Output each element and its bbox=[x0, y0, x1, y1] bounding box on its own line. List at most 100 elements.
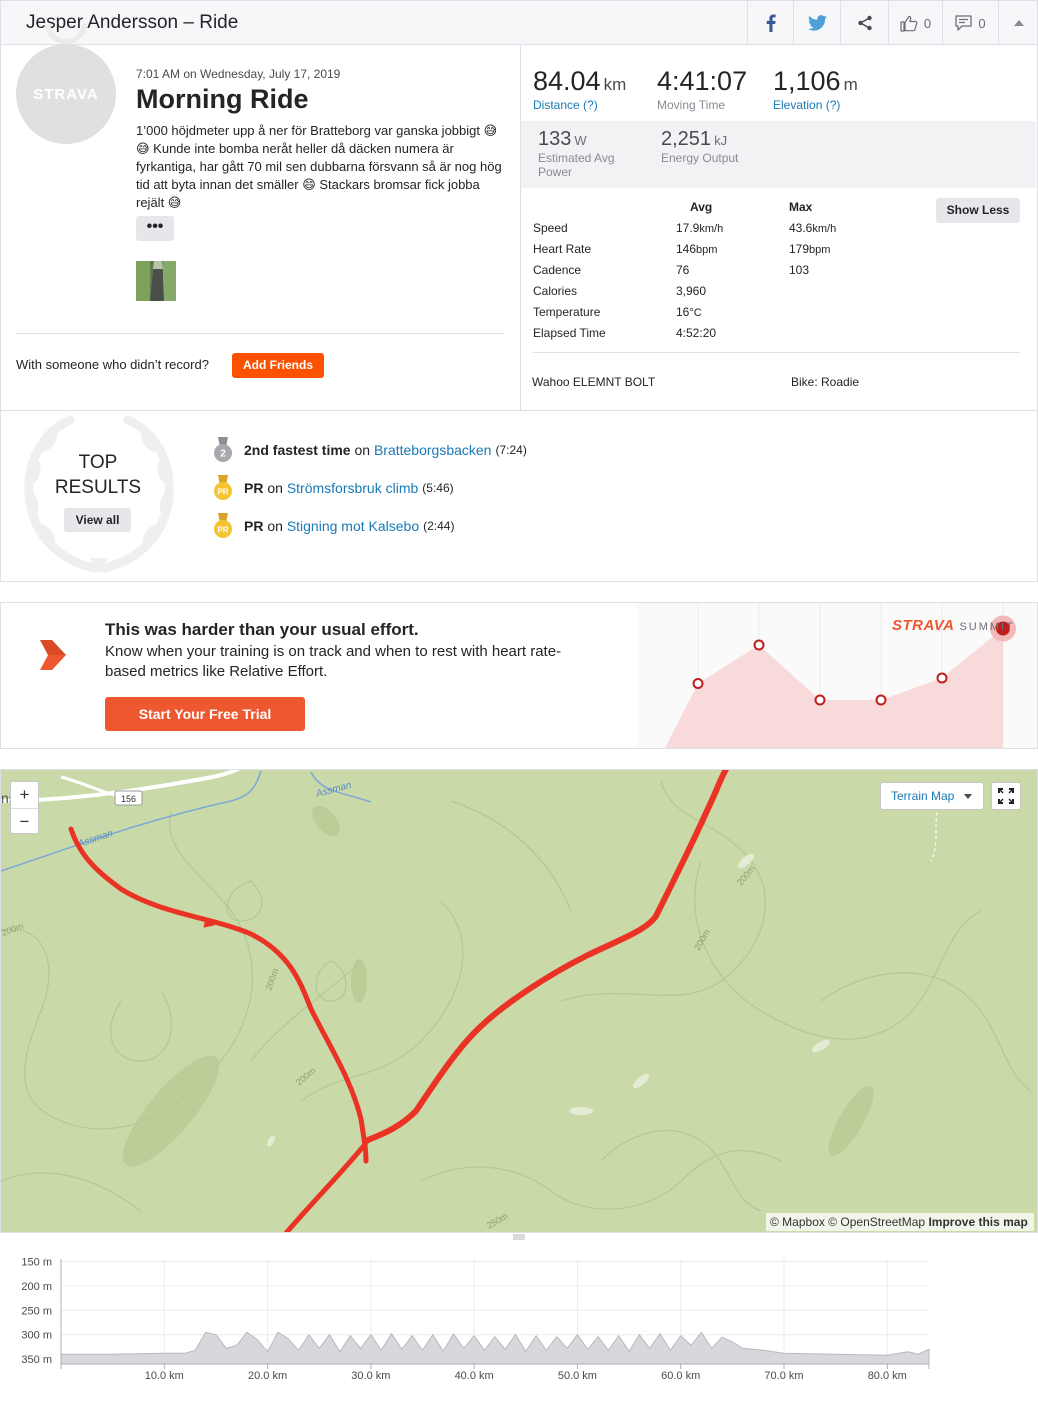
improve-map-link[interactable]: Improve this map bbox=[928, 1215, 1027, 1229]
kudos-count: 0 bbox=[923, 15, 932, 31]
activity-title: Morning Ride bbox=[136, 84, 309, 114]
with-someone-prompt: With someone who didn’t record? bbox=[16, 357, 209, 372]
zoom-out-button[interactable]: − bbox=[11, 808, 38, 834]
avatar-placeholder-text: STRAVA bbox=[33, 86, 98, 103]
relative-effort-chevron-icon bbox=[40, 640, 66, 670]
athlete-avatar[interactable]: STRAVA bbox=[16, 22, 116, 164]
terrain-map-canvas[interactable]: 200m 200m 200m 200m 200m 250m Assman Ass… bbox=[1, 770, 1038, 1233]
moving-time-value: 4:41:07 bbox=[657, 66, 748, 96]
svg-text:156: 156 bbox=[121, 794, 136, 804]
top-results-title-line1: TOP bbox=[78, 452, 118, 473]
stat-avg-unit: km/h bbox=[699, 223, 724, 235]
show-less-button[interactable]: Show Less bbox=[936, 198, 1020, 223]
promo-heading: This was harder than your usual effort. bbox=[105, 620, 419, 639]
power-label-line2: Power bbox=[538, 165, 573, 179]
x-tick-label: 30.0 km bbox=[351, 1370, 390, 1382]
y-tick-label: 150 m bbox=[21, 1256, 52, 1268]
x-tick-label: 70.0 km bbox=[764, 1370, 803, 1382]
achievement-title: 2nd fastest time bbox=[244, 442, 351, 458]
share-button[interactable] bbox=[840, 1, 888, 45]
fullscreen-button[interactable] bbox=[991, 782, 1021, 810]
segment-time: (5:46) bbox=[422, 481, 454, 495]
more-actions-button[interactable]: ••• bbox=[136, 216, 174, 241]
elevation-profile[interactable]: 350 m 300 m 250 m 200 m 150 m 10.0 km 20.0 km 3… bbox=[0, 1233, 1038, 1417]
energy-value: 2,251 bbox=[661, 128, 712, 150]
map-layer-dropdown[interactable]: Terrain Map bbox=[880, 782, 984, 810]
comment-button[interactable]: 0 bbox=[942, 1, 998, 45]
activity-photo-thumbnail[interactable] bbox=[136, 261, 176, 301]
x-tick-label: 10.0 km bbox=[145, 1370, 184, 1382]
twitter-icon bbox=[807, 15, 827, 31]
start-free-trial-button[interactable]: Start Your Free Trial bbox=[105, 697, 305, 731]
stat-avg: 76 bbox=[676, 263, 690, 277]
stat-max: 103 bbox=[789, 263, 810, 277]
achievement-item: PR PR on Stigning mot Kalsebo (2:44) bbox=[212, 513, 454, 539]
route-map[interactable]: 200m 200m 200m 200m 200m 250m Assman Ass… bbox=[0, 769, 1038, 1233]
caret-up-icon bbox=[1013, 20, 1024, 26]
comment-count: 0 bbox=[978, 15, 986, 31]
achievement-item: PR PR on Strömsforsbruk climb (5:46) bbox=[212, 475, 454, 501]
elevation-label-link[interactable]: Elevation (?) bbox=[773, 98, 858, 112]
energy-stat: 2,251 kJ Energy Output bbox=[661, 128, 738, 165]
section-divider bbox=[0, 410, 1038, 411]
divider bbox=[16, 333, 504, 334]
segment-link[interactable]: Stigning mot Kalsebo bbox=[287, 518, 419, 534]
segment-link[interactable]: Strömsforsbruk climb bbox=[287, 480, 418, 496]
elevation-value: 1,106 bbox=[773, 66, 841, 96]
twitter-share-button[interactable] bbox=[793, 1, 840, 45]
power-label: Estimated Avg bbox=[538, 151, 615, 165]
energy-label: Energy Output bbox=[661, 151, 739, 165]
effort-point bbox=[753, 639, 765, 651]
view-all-button[interactable]: View all bbox=[64, 508, 131, 532]
x-tick-label: 60.0 km bbox=[661, 1370, 700, 1382]
effort-point bbox=[936, 672, 948, 684]
facebook-icon bbox=[766, 14, 776, 32]
kudos-button[interactable]: 0 bbox=[888, 1, 942, 45]
energy-unit: kJ bbox=[714, 133, 728, 148]
power-unit: W bbox=[574, 133, 587, 148]
activity-description: 1’000 höjdmeter upp å ner för Bratteborg… bbox=[136, 123, 502, 210]
collapse-button[interactable] bbox=[998, 1, 1038, 45]
moving-time-stat: 4:41:07 Moving Time bbox=[657, 66, 747, 112]
distance-label-link[interactable]: Distance (?) bbox=[533, 98, 626, 112]
segment-link[interactable]: Bratteborgsbacken bbox=[374, 442, 492, 458]
comment-icon bbox=[955, 15, 973, 31]
elevation-stat: 1,106 m Elevation (?) bbox=[773, 66, 858, 112]
bike-name: Bike: Roadie bbox=[791, 375, 860, 389]
strava-summit-logo: STRAVA SUMMIT bbox=[892, 617, 1015, 634]
stat-row-cadence: Cadence 76 103 bbox=[533, 263, 1023, 284]
power-stat: 133 W Estimated Avg Power bbox=[538, 128, 615, 179]
stat-avg: 17.9km/h bbox=[676, 221, 724, 235]
map-layer-label: Terrain Map bbox=[891, 789, 955, 803]
moving-time-label: Moving Time bbox=[657, 98, 726, 112]
stat-label: Speed bbox=[533, 221, 568, 235]
osm-attribution-link[interactable]: © OpenStreetMap bbox=[828, 1215, 925, 1229]
activity-date: 7:01 AM on Wednesday, July 17, 2019 bbox=[136, 67, 341, 81]
column-divider bbox=[520, 45, 521, 410]
stat-row-calories: Calories 3,960 bbox=[533, 284, 1023, 305]
pr-medal-icon: PR bbox=[214, 475, 232, 500]
stat-row-heart-rate: Heart Rate 146bpm 179bpm bbox=[533, 242, 1023, 263]
distance-stat: 84.04 km Distance (?) bbox=[533, 66, 626, 112]
x-tick-label: 80.0 km bbox=[868, 1370, 907, 1382]
zoom-in-button[interactable]: + bbox=[11, 782, 38, 808]
achievement-on-text: on bbox=[263, 480, 287, 496]
max-header: Max bbox=[789, 200, 813, 214]
mapbox-attribution-link[interactable]: © Mapbox bbox=[770, 1215, 825, 1229]
x-tick-label: 20.0 km bbox=[248, 1370, 287, 1382]
elevation-chart[interactable]: 350 m 300 m 250 m 200 m 150 m 10.0 km 20.0 km 3… bbox=[0, 1233, 1038, 1417]
road-number-badge: 156 bbox=[114, 790, 143, 806]
stat-label: Cadence bbox=[533, 263, 582, 277]
effort-point bbox=[814, 694, 826, 706]
power-value: 133 bbox=[538, 128, 572, 150]
facebook-share-button[interactable] bbox=[747, 1, 793, 45]
stat-max-unit: bpm bbox=[809, 244, 831, 256]
x-tick-label: 40.0 km bbox=[455, 1370, 494, 1382]
thumbs-up-icon bbox=[900, 15, 918, 32]
y-tick-label: 300 m bbox=[21, 1330, 52, 1342]
add-friends-button[interactable]: Add Friends bbox=[232, 353, 324, 378]
achievement-title: PR bbox=[244, 518, 264, 534]
svg-text:2: 2 bbox=[220, 449, 226, 460]
achievement-on-text: on bbox=[263, 518, 287, 534]
stat-avg-unit: °C bbox=[689, 307, 702, 319]
